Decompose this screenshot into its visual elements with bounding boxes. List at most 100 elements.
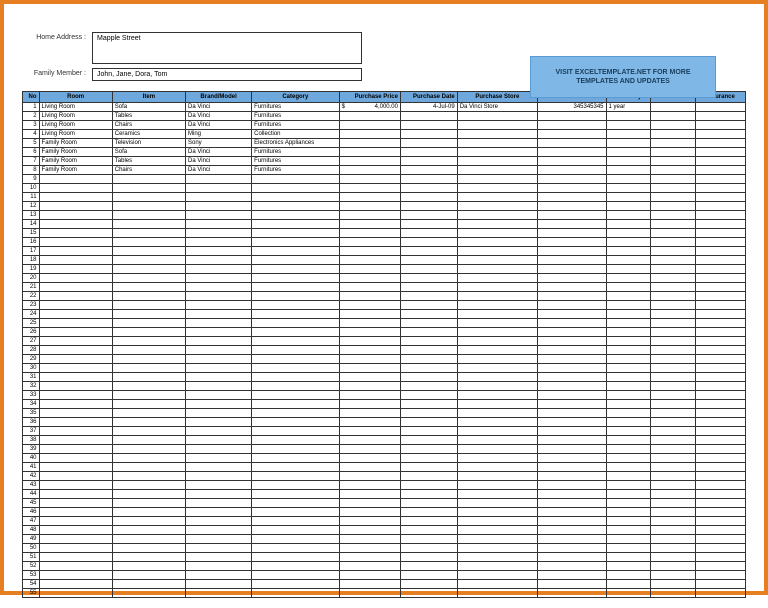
- cell-price[interactable]: [339, 544, 400, 553]
- cell-store[interactable]: [457, 400, 537, 409]
- cell-no[interactable]: 52: [23, 562, 40, 571]
- cell-serial[interactable]: [538, 454, 607, 463]
- cell-date[interactable]: [400, 211, 457, 220]
- cell-no[interactable]: 10: [23, 184, 40, 193]
- cell-serial[interactable]: [538, 391, 607, 400]
- cell-warranty[interactable]: [606, 166, 651, 175]
- cell-room[interactable]: [39, 580, 112, 589]
- cell-price[interactable]: [339, 517, 400, 526]
- cell-store[interactable]: [457, 535, 537, 544]
- cell-notes[interactable]: [651, 130, 696, 139]
- cell-category[interactable]: [252, 319, 339, 328]
- cell-price[interactable]: [339, 589, 400, 598]
- cell-warranty[interactable]: [606, 526, 651, 535]
- cell-room[interactable]: Living Room: [39, 121, 112, 130]
- cell-category[interactable]: [252, 409, 339, 418]
- cell-category[interactable]: [252, 256, 339, 265]
- cell-brand[interactable]: [186, 292, 252, 301]
- cell-item[interactable]: [112, 283, 185, 292]
- cell-serial[interactable]: [538, 400, 607, 409]
- cell-warranty[interactable]: [606, 355, 651, 364]
- cell-serial[interactable]: [538, 571, 607, 580]
- cell-room[interactable]: Family Room: [39, 139, 112, 148]
- cell-store[interactable]: [457, 292, 537, 301]
- cell-warranty[interactable]: [606, 265, 651, 274]
- cell-price[interactable]: [339, 427, 400, 436]
- cell-warranty[interactable]: [606, 580, 651, 589]
- cell-warranty[interactable]: [606, 148, 651, 157]
- cell-store[interactable]: [457, 175, 537, 184]
- cell-no[interactable]: 22: [23, 292, 40, 301]
- cell-serial[interactable]: [538, 481, 607, 490]
- cell-no[interactable]: 6: [23, 148, 40, 157]
- cell-notes[interactable]: [651, 517, 696, 526]
- cell-item[interactable]: [112, 463, 185, 472]
- cell-no[interactable]: 46: [23, 508, 40, 517]
- cell-store[interactable]: [457, 139, 537, 148]
- cell-insurance[interactable]: [696, 220, 746, 229]
- cell-category[interactable]: [252, 454, 339, 463]
- cell-no[interactable]: 7: [23, 157, 40, 166]
- cell-store[interactable]: [457, 319, 537, 328]
- cell-room[interactable]: [39, 391, 112, 400]
- cell-item[interactable]: Tables: [112, 112, 185, 121]
- cell-serial[interactable]: [538, 229, 607, 238]
- cell-insurance[interactable]: [696, 472, 746, 481]
- cell-brand[interactable]: [186, 535, 252, 544]
- cell-date[interactable]: [400, 220, 457, 229]
- cell-date[interactable]: [400, 121, 457, 130]
- cell-brand[interactable]: [186, 454, 252, 463]
- cell-no[interactable]: 51: [23, 553, 40, 562]
- cell-brand[interactable]: [186, 544, 252, 553]
- cell-warranty[interactable]: [606, 157, 651, 166]
- cell-insurance[interactable]: [696, 211, 746, 220]
- cell-category[interactable]: [252, 571, 339, 580]
- cell-room[interactable]: Living Room: [39, 112, 112, 121]
- cell-store[interactable]: [457, 436, 537, 445]
- cell-warranty[interactable]: [606, 544, 651, 553]
- cell-no[interactable]: 54: [23, 580, 40, 589]
- cell-store[interactable]: [457, 472, 537, 481]
- cell-serial[interactable]: [538, 409, 607, 418]
- cell-insurance[interactable]: [696, 553, 746, 562]
- cell-price[interactable]: [339, 472, 400, 481]
- cell-price[interactable]: [339, 355, 400, 364]
- cell-category[interactable]: [252, 391, 339, 400]
- cell-item[interactable]: [112, 247, 185, 256]
- cell-category[interactable]: [252, 274, 339, 283]
- cell-no[interactable]: 26: [23, 328, 40, 337]
- cell-insurance[interactable]: [696, 283, 746, 292]
- cell-no[interactable]: 23: [23, 301, 40, 310]
- cell-serial[interactable]: [538, 364, 607, 373]
- cell-date[interactable]: [400, 247, 457, 256]
- cell-no[interactable]: 43: [23, 481, 40, 490]
- cell-serial[interactable]: [538, 157, 607, 166]
- cell-no[interactable]: 11: [23, 193, 40, 202]
- cell-date[interactable]: [400, 544, 457, 553]
- cell-store[interactable]: [457, 229, 537, 238]
- cell-notes[interactable]: [651, 184, 696, 193]
- cell-notes[interactable]: [651, 373, 696, 382]
- cell-category[interactable]: [252, 373, 339, 382]
- cell-room[interactable]: [39, 175, 112, 184]
- cell-notes[interactable]: [651, 391, 696, 400]
- cell-warranty[interactable]: [606, 175, 651, 184]
- cell-store[interactable]: [457, 445, 537, 454]
- cell-store[interactable]: [457, 481, 537, 490]
- cell-item[interactable]: [112, 472, 185, 481]
- cell-date[interactable]: [400, 391, 457, 400]
- cell-no[interactable]: 34: [23, 400, 40, 409]
- cell-serial[interactable]: [538, 121, 607, 130]
- cell-insurance[interactable]: [696, 445, 746, 454]
- cell-brand[interactable]: [186, 472, 252, 481]
- cell-room[interactable]: Family Room: [39, 148, 112, 157]
- cell-item[interactable]: [112, 175, 185, 184]
- cell-item[interactable]: [112, 364, 185, 373]
- cell-room[interactable]: Family Room: [39, 157, 112, 166]
- cell-price[interactable]: [339, 553, 400, 562]
- cell-price[interactable]: [339, 238, 400, 247]
- cell-brand[interactable]: [186, 571, 252, 580]
- cell-price[interactable]: [339, 139, 400, 148]
- cell-insurance[interactable]: [696, 337, 746, 346]
- cell-insurance[interactable]: [696, 409, 746, 418]
